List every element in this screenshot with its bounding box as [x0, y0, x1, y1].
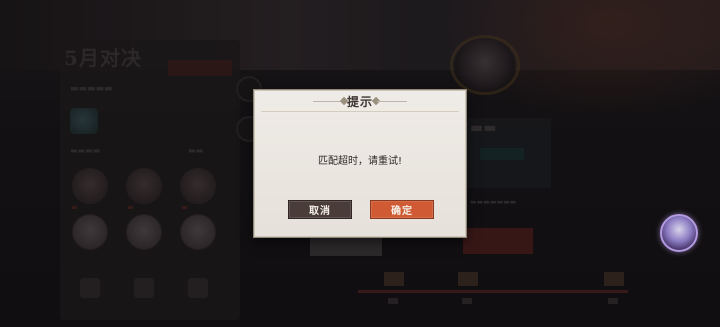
dialog-message: 匹配超时，请重试!	[317, 156, 402, 167]
confirm-button[interactable]: 确定	[370, 200, 434, 219]
character-avatar-icon[interactable]	[660, 214, 698, 252]
cancel-button[interactable]: 取消	[288, 200, 352, 219]
header-ornament-line	[377, 101, 407, 102]
dialog-title: 提示	[346, 94, 373, 109]
dialog-divider	[261, 111, 459, 112]
alert-dialog: 提示 匹配超时，请重试! 取消 确定	[254, 90, 466, 237]
header-ornament-line	[313, 101, 343, 102]
dialog-header: 提示	[255, 91, 465, 111]
